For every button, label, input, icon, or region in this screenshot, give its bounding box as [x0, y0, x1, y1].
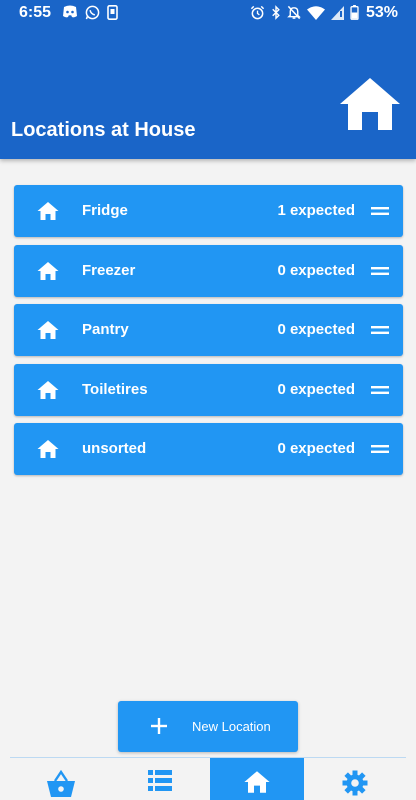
house-icon — [244, 771, 270, 793]
basket-icon — [47, 770, 75, 797]
location-expected-count: 0 expected — [277, 261, 355, 279]
nav-item-settings[interactable] — [308, 758, 402, 800]
house-icon — [340, 78, 400, 130]
page-title: Locations at House — [11, 119, 196, 141]
list-icon — [148, 770, 172, 791]
new-location-label: New Location — [192, 719, 271, 734]
phone-icon — [107, 5, 118, 20]
house-icon — [37, 261, 59, 280]
drag-handle-icon[interactable] — [371, 324, 389, 336]
location-item-freezer[interactable]: Freezer 0 expected — [14, 244, 403, 297]
location-expected-count: 0 expected — [277, 440, 355, 457]
battery-icon — [350, 5, 359, 20]
status-time: 6:55 — [19, 4, 52, 21]
location-expected-count: 1 expected — [277, 202, 355, 219]
gear-icon — [342, 770, 368, 796]
whatsapp-icon — [85, 5, 100, 20]
location-name: Toiletires — [82, 380, 148, 398]
nav-item-shopping[interactable] — [14, 758, 108, 800]
plus-icon — [151, 718, 167, 734]
location-list: Fridge 1 expected Freezer 0 expected Pan… — [14, 185, 403, 483]
signal-icon — [331, 5, 344, 20]
drag-handle-icon[interactable] — [371, 384, 389, 396]
wifi-icon — [307, 5, 325, 20]
alarm-icon — [250, 5, 265, 20]
drag-handle-icon[interactable] — [371, 265, 389, 277]
mute-icon — [287, 5, 301, 20]
nav-item-locations[interactable] — [210, 758, 304, 800]
house-icon — [37, 380, 59, 399]
system-icons — [250, 5, 359, 20]
bluetooth-icon — [272, 5, 280, 20]
status-bar: 6:55 53% — [0, 0, 416, 26]
location-item-toiletires[interactable]: Toiletires 0 expected — [14, 363, 403, 416]
bottom-nav — [0, 758, 416, 800]
location-name: Fridge — [82, 202, 128, 219]
location-item-unsorted[interactable]: unsorted 0 expected — [14, 423, 403, 475]
app-header: 6:55 53% Locations at House — [0, 0, 416, 159]
location-expected-count: 0 expected — [277, 321, 355, 338]
location-name: Pantry — [82, 321, 129, 338]
location-name: Freezer — [82, 261, 136, 279]
house-icon — [37, 440, 59, 458]
drag-handle-icon[interactable] — [371, 443, 389, 455]
new-location-button[interactable]: New Location — [118, 701, 298, 752]
location-expected-count: 0 expected — [277, 380, 355, 398]
notification-icons — [62, 5, 118, 20]
discord-icon — [63, 5, 77, 18]
nav-item-list[interactable] — [113, 758, 207, 800]
drag-handle-icon[interactable] — [371, 205, 389, 217]
location-name: unsorted — [82, 440, 147, 457]
house-icon — [37, 202, 59, 220]
location-item-fridge[interactable]: Fridge 1 expected — [14, 185, 403, 237]
house-icon — [37, 321, 59, 339]
location-item-pantry[interactable]: Pantry 0 expected — [14, 304, 403, 356]
battery-percentage: 53% — [366, 4, 399, 21]
